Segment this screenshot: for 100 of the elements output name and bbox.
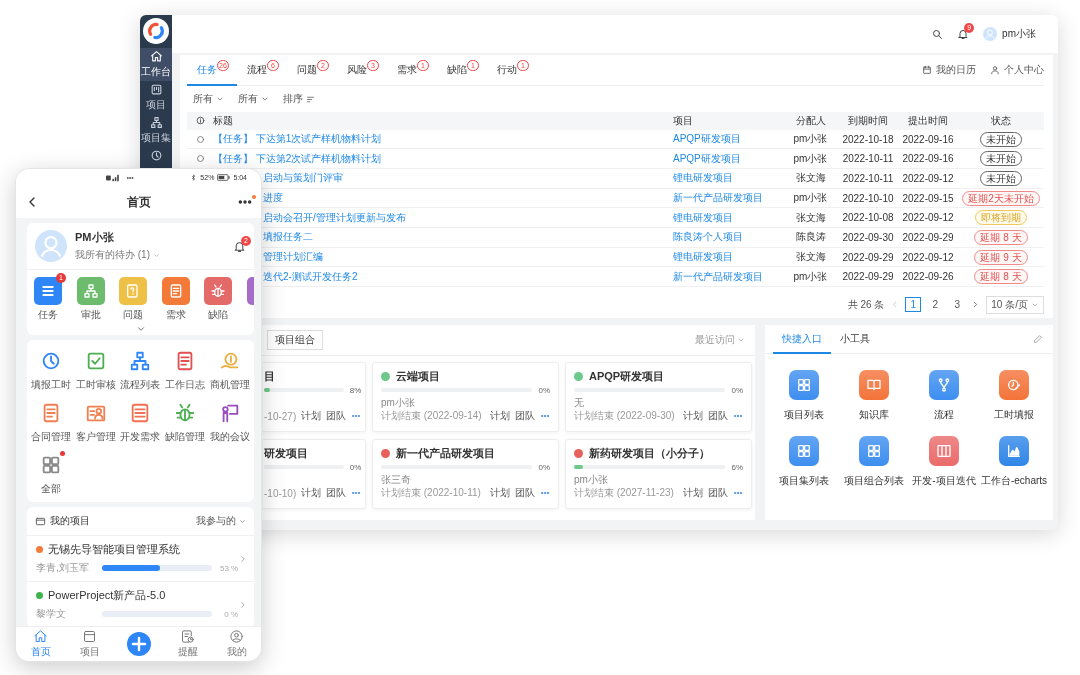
status-badge: 延期 9 天 xyxy=(974,249,1028,265)
app-shortcut[interactable]: 问题 xyxy=(119,277,147,322)
end-date: 计划结束 (2022-09-14) xyxy=(381,410,482,421)
portfolio-button[interactable]: 项目组合 xyxy=(267,330,323,350)
header-link[interactable]: 个人中心 xyxy=(990,55,1044,85)
tool-shortcut[interactable]: 填报工时 xyxy=(29,350,74,392)
page-button[interactable]: 2 xyxy=(927,297,944,313)
tool-shortcut[interactable]: 开发需求 xyxy=(118,402,163,444)
card-link[interactable]: 计划 xyxy=(301,409,322,423)
task-link[interactable]: 启动与策划门评审 xyxy=(263,171,343,186)
shortcut-item[interactable]: 工作台-echarts xyxy=(979,436,1049,488)
card-link[interactable]: 团队 xyxy=(708,409,728,423)
tool-shortcut[interactable]: 客户管理 xyxy=(73,402,119,444)
search-icon[interactable] xyxy=(931,28,944,40)
project-link[interactable]: APQP研发项目 xyxy=(673,151,741,166)
tab[interactable]: 快捷入口 xyxy=(773,325,831,354)
sort-button[interactable]: 排序 xyxy=(283,92,315,106)
table-cell: pm小张 xyxy=(793,132,828,146)
card-link[interactable]: 计划 xyxy=(683,409,703,423)
project-link[interactable]: 新一代产品研发项目 xyxy=(673,269,763,284)
progress-percent: 6% xyxy=(731,462,743,472)
sidebar-item[interactable]: 项目集 xyxy=(140,114,172,147)
expand-icon[interactable] xyxy=(135,324,146,334)
todo-link[interactable]: 我所有的待办 (1) xyxy=(75,248,150,262)
tool-shortcut[interactable]: 商机管理 xyxy=(207,350,252,392)
app-shortcut[interactable]: 需求 xyxy=(161,277,190,322)
bell-icon[interactable] xyxy=(233,239,246,253)
shortcut-item[interactable]: 工时填报 xyxy=(979,370,1049,422)
bluetooth-icon xyxy=(190,174,198,181)
caret-icon[interactable] xyxy=(153,251,160,259)
project-card[interactable]: 新药研发项目（小分子） 6% pm小张 计划结束 (2027-11-23) 计划 团队 xyxy=(565,439,752,509)
page-button[interactable]: 3 xyxy=(949,297,966,313)
header-link[interactable]: 我的日历 xyxy=(922,55,976,85)
task-link[interactable]: 进度 xyxy=(263,191,283,206)
card-link[interactable]: 团队 xyxy=(515,409,535,423)
page-button[interactable]: 1 xyxy=(905,297,922,313)
add-button[interactable] xyxy=(126,632,151,656)
user-name: PM小张 xyxy=(75,230,115,245)
project-card[interactable]: 云端项目 0% pm小张 计划结束 (2022-09-14) 计划 团队 xyxy=(372,362,559,432)
card-link[interactable]: 计划 xyxy=(490,409,510,423)
project-link[interactable]: 新一代产品研发项目 xyxy=(673,191,763,206)
card-link[interactable]: 计划 xyxy=(683,486,703,500)
card-link[interactable]: 团队 xyxy=(708,486,728,500)
tool-shortcut[interactable]: 工作日志 xyxy=(162,350,208,392)
nav-item[interactable]: 提醒 xyxy=(177,629,198,659)
card-link[interactable]: 计划 xyxy=(301,486,322,500)
task-link[interactable]: 【任务】 下达第1次试产样机物料计划 xyxy=(213,132,382,146)
tab[interactable]: 小工具 xyxy=(831,325,879,354)
app-shortcut[interactable]: 缺陷 xyxy=(204,277,232,322)
sidebar-item[interactable]: 工作台 xyxy=(140,48,172,81)
nav-item[interactable]: 首页 xyxy=(30,629,51,659)
nav-item[interactable]: 我的 xyxy=(226,629,247,659)
tool-shortcut[interactable]: 合同管理 xyxy=(29,402,74,444)
column-header: 标题 xyxy=(213,113,233,128)
bell-icon[interactable] xyxy=(957,28,970,40)
user-name[interactable]: pm小张 xyxy=(1002,27,1036,41)
project-link[interactable]: 锂电研发项目 xyxy=(673,210,733,225)
tool-shortcut[interactable]: 缺陷管理 xyxy=(162,402,208,444)
project-item[interactable]: 无锡先导智能项目管理系统 李青,刘玉军 53 % xyxy=(27,536,254,582)
filter-dropdown[interactable]: 所有 xyxy=(193,92,224,106)
task-link[interactable]: 管理计划汇编 xyxy=(263,250,323,265)
task-link[interactable]: 迭代2-测试开发任务2 xyxy=(263,269,358,284)
tool-shortcut[interactable]: 工时审核 xyxy=(73,350,119,392)
filter-dropdown[interactable]: 所有 xyxy=(238,92,269,106)
card-link[interactable]: 计划 xyxy=(490,486,510,500)
filter-dropdown[interactable]: 我参与的 xyxy=(196,514,246,528)
project-name: PowerProject新产品-5.0 xyxy=(48,588,166,603)
shortcut-item[interactable]: 流程 xyxy=(909,370,979,422)
project-card[interactable]: 研发项目 0% -10-10) 计划 团队 xyxy=(263,439,366,509)
edit-icon[interactable] xyxy=(1033,334,1043,344)
status-badge: 延期 8 天 xyxy=(974,229,1028,245)
shortcut-item[interactable]: 知识库 xyxy=(839,370,909,422)
tool-shortcut[interactable]: 我的会议 xyxy=(207,402,252,444)
card-link[interactable]: 团队 xyxy=(326,486,347,500)
shortcut-item[interactable]: 项目列表 xyxy=(769,370,839,422)
nav-item[interactable]: 项目 xyxy=(79,629,100,659)
shortcut-item[interactable]: 项目组合列表 xyxy=(839,436,909,488)
sidebar-item[interactable]: 项目 xyxy=(140,81,172,114)
project-link[interactable]: 锂电研发项目 xyxy=(673,171,733,186)
person-icon xyxy=(990,65,1000,75)
project-card[interactable]: 目 8% -10-27) 计划 团队 xyxy=(263,362,366,432)
tool-shortcut[interactable]: 流程列表 xyxy=(118,350,163,392)
card-link[interactable]: 团队 xyxy=(326,409,347,423)
app-shortcut[interactable]: 审批 xyxy=(76,277,105,322)
project-link[interactable]: APQP研发项目 xyxy=(673,132,741,146)
task-link[interactable]: 【任务】 下达第2次试产样机物料计划 xyxy=(213,151,382,166)
project-link[interactable]: 锂电研发项目 xyxy=(673,250,733,265)
card-link[interactable]: 团队 xyxy=(515,486,535,500)
shortcut-item[interactable]: 项目集列表 xyxy=(769,436,839,488)
project-card[interactable]: APQP研发项目 0% 无 计划结束 (2022-09-30) 计划 团队 xyxy=(565,362,752,432)
project-link[interactable]: 陈良涛个人项目 xyxy=(673,230,743,245)
project-title: 目 xyxy=(264,369,275,384)
tool-shortcut[interactable]: 全部 xyxy=(29,454,74,496)
shortcut-item[interactable]: 开发-项目迭代 xyxy=(909,436,979,488)
task-link[interactable]: 填报任务二 xyxy=(263,230,313,245)
table-cell: 2022-10-08 xyxy=(842,212,894,224)
task-link[interactable]: 启动会召开/管理计划更新与发布 xyxy=(263,210,406,225)
project-card[interactable]: 新一代产品研发项目 0% 张三奇 计划结束 (2022-10-11) 计划 团队 xyxy=(372,439,559,509)
table-cell: 2022-09-26 xyxy=(902,271,954,283)
page-size-dropdown[interactable]: 10 条/页 xyxy=(986,295,1044,314)
